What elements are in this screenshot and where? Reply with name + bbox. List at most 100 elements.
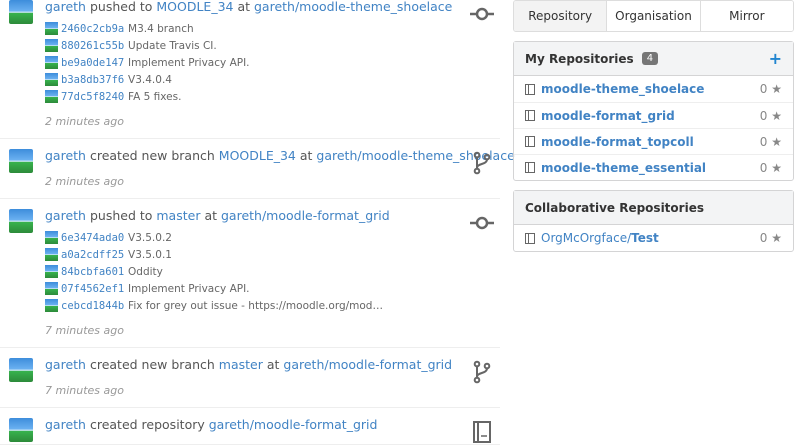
repo-name-link[interactable]: moodle-theme_shoelace <box>541 82 704 96</box>
avatar[interactable] <box>9 418 33 442</box>
user-link[interactable]: gareth <box>45 0 86 14</box>
commit-row: a0a2cdff25 V3.5.0.1 <box>45 246 500 263</box>
repo-name-link[interactable]: moodle-theme_essential <box>541 161 706 175</box>
commit-sha-link[interactable]: a0a2cdff25 <box>61 249 124 261</box>
commit-avatar[interactable] <box>45 22 58 35</box>
branch-link[interactable]: master <box>156 208 200 223</box>
repository-link[interactable]: gareth/moodle-theme_shoelace <box>254 0 452 14</box>
repo-list-item[interactable]: moodle-theme_essential 0 ★ <box>514 154 793 180</box>
star-number: 0 <box>759 82 768 96</box>
my-repositories-box: My Repositories 4 + moodle-theme_shoelac… <box>513 41 794 181</box>
action-text: created new branch <box>85 357 219 372</box>
commit-avatar[interactable] <box>45 90 58 103</box>
commit-avatar[interactable] <box>45 231 58 244</box>
star-number: 0 <box>759 134 768 149</box>
commit-sha-link[interactable]: cebcd1844b <box>61 300 124 312</box>
repository-link[interactable]: gareth/moodle-format_grid <box>221 208 390 223</box>
commit-avatar[interactable] <box>45 73 58 86</box>
timestamp: 2 minutes ago <box>45 175 124 188</box>
commit-avatar[interactable] <box>45 265 58 278</box>
commit-message: Implement Privacy API. <box>128 283 250 295</box>
repo-icon <box>525 162 535 173</box>
timestamp: 2 minutes ago <box>45 115 124 128</box>
star-icon: ★ <box>771 108 782 123</box>
action-text: at <box>262 357 284 372</box>
repo-list-item[interactable]: moodle-format_grid 0 ★ <box>514 102 793 128</box>
feed-item-title: gareth pushed to master at gareth/moodle… <box>45 207 500 225</box>
commit-icon <box>470 211 494 235</box>
collaborative-repositories-header: Collaborative Repositories <box>514 191 793 225</box>
action-text: created new branch <box>85 148 219 163</box>
repository-link[interactable]: gareth/moodle-format_grid <box>283 357 452 372</box>
user-link[interactable]: gareth <box>45 417 86 432</box>
book-icon <box>470 420 494 444</box>
feed-item: gareth created new branch MOODLE_34 at g… <box>0 139 515 199</box>
star-icon: ★ <box>771 160 782 175</box>
star-number: 0 <box>759 231 768 245</box>
add-repository-button[interactable]: + <box>769 49 782 68</box>
commit-avatar[interactable] <box>45 248 58 261</box>
branch-link[interactable]: MOODLE_34 <box>219 148 296 163</box>
commit-avatar[interactable] <box>45 299 58 312</box>
commit-row: be9a0de147 Implement Privacy API. <box>45 54 500 71</box>
star-count: 0 ★ <box>760 109 782 123</box>
action-text: at <box>295 148 317 163</box>
commit-sha-link[interactable]: 6e3474ada0 <box>61 232 124 244</box>
repo-list-item[interactable]: OrgMcOrgface / Test 0 ★ <box>514 225 793 251</box>
commit-icon <box>470 2 494 26</box>
repo-icon <box>525 110 535 121</box>
star-count: 0 ★ <box>760 135 782 149</box>
commit-sha-link[interactable]: 84bcbfa601 <box>61 266 124 278</box>
commit-message: Fix for grey out issue - https://moodle.… <box>128 300 383 312</box>
commit-sha-link[interactable]: b3a8db37f6 <box>61 74 124 86</box>
repo-name-link[interactable]: moodle-format_topcoll <box>541 135 694 149</box>
avatar[interactable] <box>9 358 33 382</box>
branch-link[interactable]: MOODLE_34 <box>156 0 233 14</box>
commit-message: V3.5.0.2 <box>128 232 172 244</box>
star-count: 0 ★ <box>760 82 782 96</box>
action-text: at <box>233 0 254 14</box>
commit-avatar[interactable] <box>45 282 58 295</box>
commit-list: 6e3474ada0 V3.5.0.2 a0a2cdff25 V3.5.0.1 84… <box>45 229 500 314</box>
user-link[interactable]: gareth <box>45 357 86 372</box>
commit-list: 2460c2cb9a M3.4 branch 880261c55b Update … <box>45 20 500 105</box>
repo-icon <box>525 83 535 95</box>
commit-sha-link[interactable]: 2460c2cb9a <box>61 23 124 35</box>
repository-link[interactable]: gareth/moodle-format_grid <box>209 417 378 432</box>
repo-list-item[interactable]: moodle-format_topcoll 0 ★ <box>514 128 793 154</box>
commit-row: 6e3474ada0 V3.5.0.2 <box>45 229 500 246</box>
branch-icon <box>470 151 494 175</box>
repo-name-link[interactable]: Test <box>631 231 659 245</box>
commit-avatar[interactable] <box>45 39 58 52</box>
commit-row: 07f4562ef1 Implement Privacy API. <box>45 280 500 297</box>
commit-row: b3a8db37f6 V3.4.0.4 <box>45 71 500 88</box>
collaborative-repositories-title: Collaborative Repositories <box>525 200 704 215</box>
repo-icon <box>525 136 535 147</box>
avatar[interactable] <box>9 149 33 173</box>
commit-sha-link[interactable]: 77dc5f8240 <box>61 91 124 103</box>
activity-feed: gareth pushed to MOODLE_34 at gareth/moo… <box>0 0 515 445</box>
action-text: pushed to <box>85 0 157 14</box>
commit-sha-link[interactable]: 880261c55b <box>61 40 124 52</box>
commit-sha-link[interactable]: be9a0de147 <box>61 57 124 69</box>
commit-row: 2460c2cb9a M3.4 branch <box>45 20 500 37</box>
action-text: created repository <box>85 417 209 432</box>
action-text: at <box>200 208 221 223</box>
repo-list-item[interactable]: moodle-theme_shoelace 0 ★ <box>514 76 793 102</box>
repo-owner-link[interactable]: OrgMcOrgface <box>541 231 627 245</box>
commit-row: 880261c55b Update Travis CI. <box>45 37 500 54</box>
avatar[interactable] <box>9 209 33 233</box>
user-link[interactable]: gareth <box>45 148 86 163</box>
tab-repository[interactable]: Repository <box>514 1 607 31</box>
feed-item: gareth pushed to MOODLE_34 at gareth/moo… <box>0 0 500 139</box>
tab-organisation[interactable]: Organisation <box>606 1 700 31</box>
avatar[interactable] <box>9 0 33 24</box>
feed-item: gareth created repository gareth/moodle-… <box>0 408 500 445</box>
repo-name-link[interactable]: moodle-format_grid <box>541 109 675 123</box>
commit-avatar[interactable] <box>45 56 58 69</box>
star-number: 0 <box>759 160 768 175</box>
branch-link[interactable]: master <box>219 357 263 372</box>
tab-mirror[interactable]: Mirror <box>699 1 793 31</box>
commit-sha-link[interactable]: 07f4562ef1 <box>61 283 124 295</box>
user-link[interactable]: gareth <box>45 208 86 223</box>
